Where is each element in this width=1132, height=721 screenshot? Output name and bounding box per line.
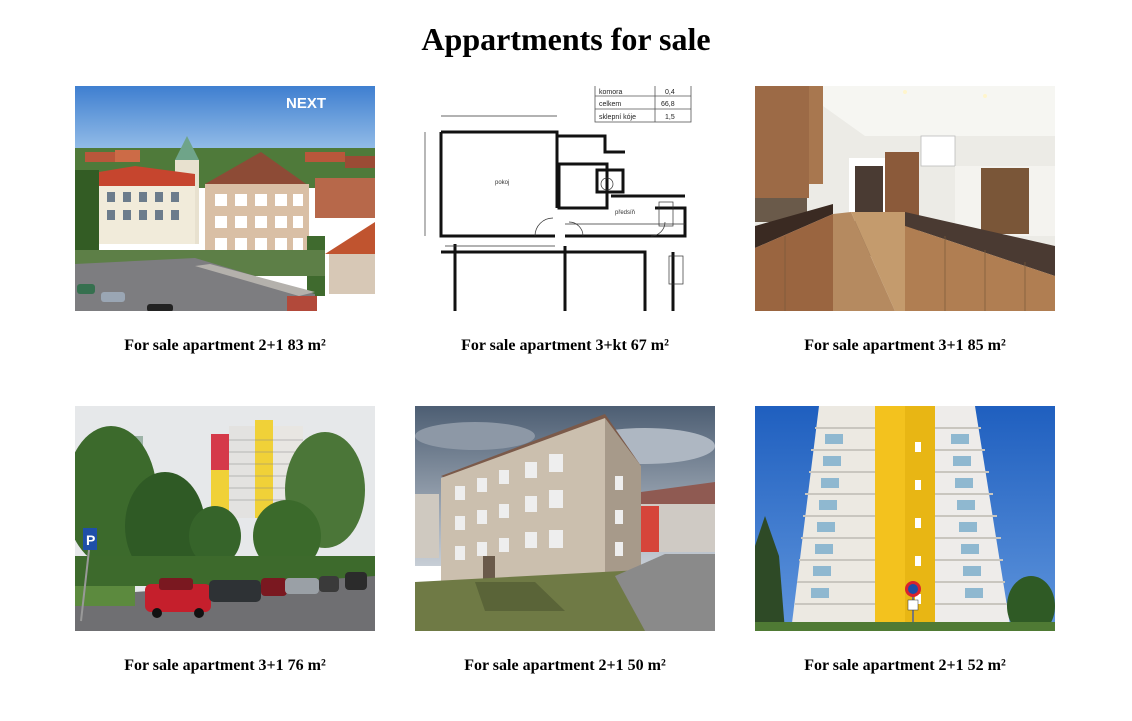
listing-card[interactable]: For sale apartment 2+1 52 m² (755, 406, 1055, 674)
listing-card[interactable]: For sale apartment 3+1 85 m² (755, 86, 1055, 354)
listing-photo[interactable]: P (75, 406, 375, 631)
table-cell: celkem (599, 101, 621, 108)
listing-card[interactable]: komora 0,4 celkem 66,8 sklepní kóje 1,5 (415, 86, 715, 354)
watermark-logo: NEXT (286, 95, 326, 112)
table-cell: 0,4 (665, 89, 675, 96)
listing-card[interactable]: NEXT For sale apartment 2+1 83 m² (75, 86, 375, 354)
svg-text:předsíň: předsíň (615, 210, 635, 216)
listing-photo[interactable]: komora 0,4 celkem 66,8 sklepní kóje 1,5 (415, 86, 715, 311)
page-title: Appartments for sale (421, 21, 711, 57)
svg-text:pokoj: pokoj (495, 180, 509, 186)
listing-caption[interactable]: For sale apartment 3+1 85 m² (735, 336, 1075, 356)
listing-photo[interactable] (755, 86, 1055, 311)
listing-photo[interactable] (755, 406, 1055, 631)
listing-card[interactable]: P For sale apartment 3+1 76 m² (75, 406, 375, 674)
table-cell: 66,8 (661, 101, 675, 108)
listing-card[interactable]: For sale apartment 2+1 50 m² (415, 406, 715, 674)
svg-text:P: P (86, 532, 95, 548)
listing-caption[interactable]: For sale apartment 3+1 76 m² (55, 656, 395, 676)
table-cell: sklepní kóje (599, 114, 636, 121)
listing-photo[interactable] (415, 406, 715, 631)
listing-photo[interactable]: NEXT (75, 86, 375, 311)
listing-caption[interactable]: For sale apartment 2+1 52 m² (735, 656, 1075, 676)
listing-caption[interactable]: For sale apartment 2+1 83 m² (55, 336, 395, 356)
listing-caption[interactable]: For sale apartment 3+kt 67 m² (395, 336, 735, 356)
listing-caption[interactable]: For sale apartment 2+1 50 m² (395, 656, 735, 676)
table-cell: komora (599, 89, 622, 96)
table-cell: 1,5 (665, 114, 675, 121)
